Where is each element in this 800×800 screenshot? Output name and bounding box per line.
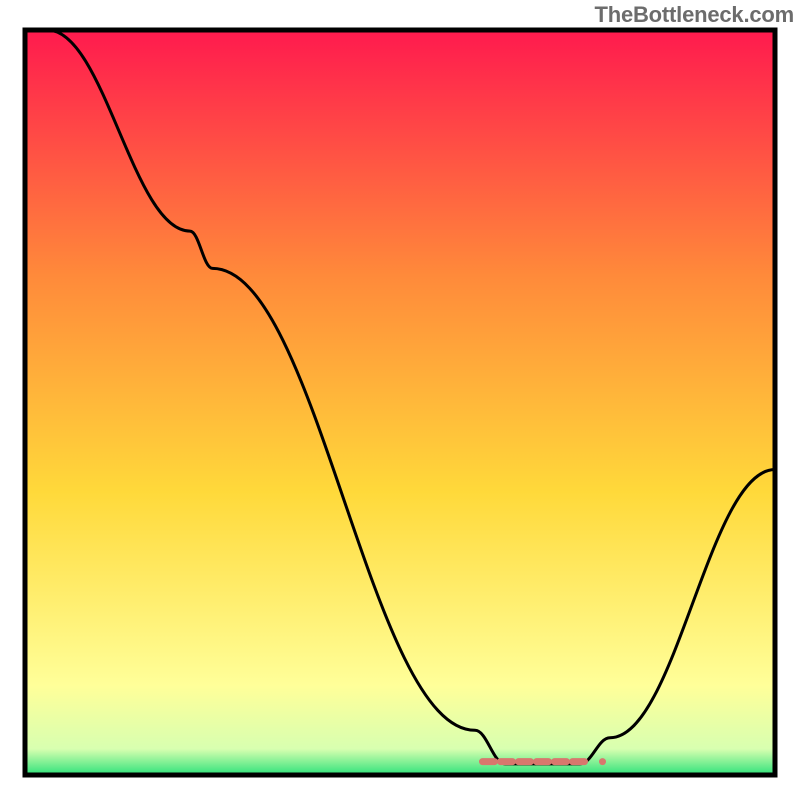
watermark-text: TheBottleneck.com [594,2,794,28]
chart-container: TheBottleneck.com [0,0,800,800]
optimal-range-end-dot [599,758,606,765]
chart-background [25,30,775,775]
bottleneck-chart [0,0,800,800]
